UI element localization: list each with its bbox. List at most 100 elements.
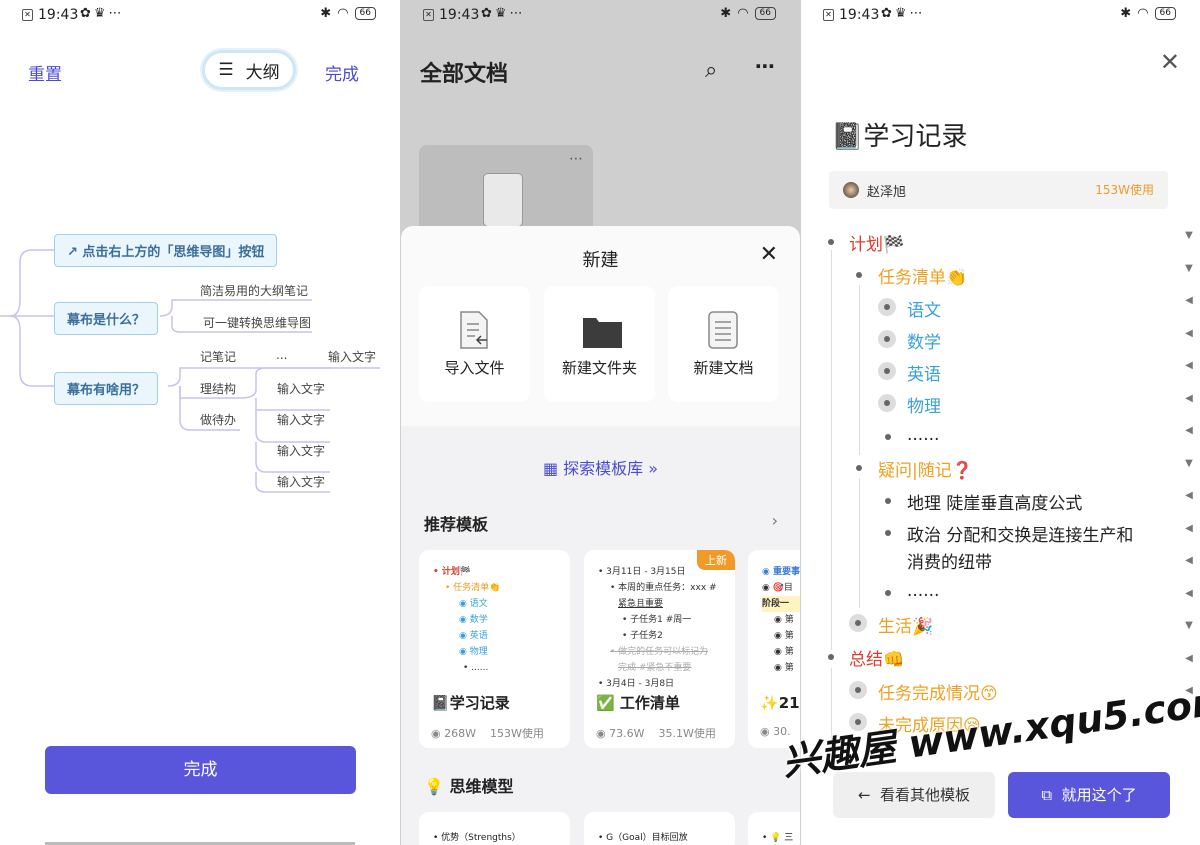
other-templates-button[interactable]: ← 看看其他模板 <box>833 772 995 818</box>
bullet[interactable] <box>828 239 834 245</box>
mindmap-leaf[interactable]: 可一键转换思维导图 <box>203 314 311 331</box>
outline-item[interactable]: 英语 <box>907 360 941 385</box>
outline-item[interactable]: 任务清单👏 <box>878 263 967 288</box>
collapsed-bullet[interactable] <box>849 681 867 699</box>
template-preview: • 计划🏁 • 任务清单👏 ◉ 语文 ◉ 数学 ◉ 英语 ◉ 物理 • ....… <box>433 567 501 673</box>
mindmap-leaf[interactable]: ... <box>276 348 287 362</box>
use-template-button[interactable]: ⧉ 就用这个了 <box>1008 772 1170 818</box>
preview-line: 重要事 <box>773 567 800 577</box>
chevron-right-icon[interactable]: › <box>772 511 778 530</box>
bullet[interactable] <box>828 654 834 660</box>
bullet[interactable] <box>856 272 862 278</box>
status-bar: ✕ 19:43 ✿♛⋯ ✱ ◠ 66 <box>401 0 800 30</box>
preview-line: 第 <box>784 615 794 625</box>
preview-line: 子任务2 <box>630 631 663 641</box>
more-icon[interactable]: ⋯ <box>755 54 776 78</box>
collapsed-bullet[interactable] <box>878 394 896 412</box>
outline-item[interactable]: ...... <box>907 425 939 445</box>
uses-count: 35.1W使用 <box>658 727 716 740</box>
bullet[interactable] <box>885 434 891 440</box>
collapsed-bullet[interactable] <box>878 330 896 348</box>
preview-line: 💡 三 <box>770 833 794 843</box>
sim-icon: ✕ <box>823 9 834 21</box>
sheet-title: 新建 <box>582 250 619 271</box>
battery-icon: 66 <box>1154 7 1176 20</box>
preview-line: 计划🏁 <box>441 567 472 577</box>
mindmap-node-use[interactable]: 幕布有啥用？ <box>54 372 159 405</box>
document-icon <box>708 311 738 349</box>
preview-line: G（Goal）目标回放 <box>606 833 688 843</box>
battery-icon: 66 <box>754 7 776 20</box>
template-card[interactable]: • 计划🏁 • 任务清单👏 ◉ 语文 ◉ 数学 ◉ 英语 ◉ 物理 • ....… <box>419 550 570 748</box>
new-document-button[interactable]: 新建文档 <box>668 286 779 402</box>
notification-icons: ✿♛⋯ <box>881 6 926 21</box>
outline-item[interactable]: 数学 <box>907 328 941 353</box>
close-icon[interactable]: ✕ <box>1160 48 1180 76</box>
preview-line: 阶段一 <box>762 599 790 609</box>
arrow-left-icon: ← <box>857 786 881 804</box>
mindmap-leaf[interactable]: 输入文字 <box>277 411 325 428</box>
preview-line: 第 <box>784 647 794 657</box>
collapse-arrows[interactable]: ▼ ▼ ◀ ◀ ◀ ◀ ◀ ▼ ◀ ◀ ◀ ◀ ▼ ◀ ◀ <box>1178 230 1200 718</box>
status-time: 19:43 <box>839 7 880 23</box>
preview-line: 紧急且重要 <box>618 599 664 609</box>
mindmap-node-hint[interactable]: ↗ 点击右上方的「思维导图」按钮 <box>54 234 278 267</box>
template-card[interactable]: ◉ 重要事 ◉ 🎯目 阶段一 ◉ 第 ◉ 第 ◉ 第 ◉ 第 ✨21天 ◉ 30… <box>748 550 800 748</box>
status-time: 19:43 <box>439 7 480 23</box>
bluetooth-icon: ✱ <box>1120 6 1132 21</box>
section-title: 💡 思维模型 <box>424 777 514 796</box>
more-icon[interactable]: ⋯ <box>569 151 583 167</box>
outline-item[interactable]: 政治 分配和交换是连接生产和 <box>907 521 1133 546</box>
outline-item[interactable]: 疑问|随记❓ <box>878 456 973 481</box>
new-folder-button[interactable]: 新建文件夹 <box>544 286 655 402</box>
collapsed-bullet[interactable] <box>849 614 867 632</box>
section-title-text: 思维模型 <box>449 777 514 796</box>
bullet[interactable] <box>885 498 891 504</box>
outline-item[interactable]: 消费的纽带 <box>907 548 992 573</box>
mindmap-leaf[interactable]: 输入文字 <box>277 380 325 397</box>
outline-item[interactable]: 生活🎉 <box>878 612 933 637</box>
mindmap-leaf[interactable]: 输入文字 <box>277 442 325 459</box>
import-file-button[interactable]: 导入文件 <box>419 286 530 402</box>
outline-item[interactable]: 地理 陡崖垂直高度公式 <box>907 489 1082 514</box>
new-sheet: 新建 ✕ 导入文件 新建文件夹 新建文档 <box>401 226 800 426</box>
template-card[interactable]: • 优势（Strengths） <box>419 812 570 845</box>
explore-templates-link[interactable]: ▦ 探索模板库 » <box>401 455 800 479</box>
template-card[interactable]: • 💡 三 <box>748 812 800 845</box>
outline-item[interactable]: 物理 <box>907 392 941 417</box>
mindmap-leaf[interactable]: 输入文字 <box>328 348 376 365</box>
collapsed-bullet[interactable] <box>878 298 896 316</box>
explore-label: 探索模板库 » <box>563 459 659 478</box>
outline-item[interactable]: 总结👊 <box>849 645 904 670</box>
mindmap-leaf[interactable]: 做待办 <box>200 411 236 428</box>
mindmap-panel: ✕ 19:43 ✿♛⋯ ✱ ◠ 66 重置 ☰ 大纲 完成 ↗ 点击右上方的「思… <box>0 0 400 845</box>
close-icon[interactable]: ✕ <box>760 242 778 267</box>
folder-icon <box>583 318 622 348</box>
mindmap-leaf[interactable]: 简洁易用的大纲笔记 <box>200 282 308 299</box>
finish-button[interactable]: 完成 <box>45 746 356 794</box>
bullet[interactable] <box>856 465 862 471</box>
template-card[interactable]: • G（Goal）目标回放 <box>584 812 735 845</box>
template-name: ✨21天 <box>760 692 800 713</box>
notification-icons: ✿♛⋯ <box>481 6 526 21</box>
outline-item[interactable]: 任务完成情况😙 <box>878 679 998 704</box>
template-preview: ◉ 重要事 ◉ 🎯目 阶段一 ◉ 第 ◉ 第 ◉ 第 ◉ 第 <box>748 550 800 684</box>
mindmap-node-what[interactable]: 幕布是什么？ <box>54 302 159 335</box>
outline-item[interactable]: 计划🏁 <box>849 230 904 255</box>
mindmap-leaf[interactable]: 输入文字 <box>277 473 325 490</box>
outline-item[interactable]: 语文 <box>907 296 941 321</box>
outline-item[interactable]: ...... <box>907 581 939 601</box>
template-name-text: 21天 <box>778 694 800 712</box>
mindmap-leaf[interactable]: 理结构 <box>200 380 236 397</box>
preview-line: 3月11日 - 3月15日 <box>606 567 686 577</box>
avatar <box>843 182 859 198</box>
preview-line: 第 <box>784 631 794 641</box>
page-title-text: 学习记录 <box>863 122 968 152</box>
status-icons: ✱ ◠ 66 <box>720 6 776 21</box>
template-card[interactable]: 上新 • 3月11日 - 3月15日 • 本周的重点任务：xxx # 紧急且重要… <box>584 550 735 748</box>
search-icon[interactable]: ⌕ <box>705 58 717 83</box>
mindmap-leaf[interactable]: 记笔记 <box>200 348 236 365</box>
collapsed-bullet[interactable] <box>878 362 896 380</box>
bullet[interactable] <box>885 530 891 536</box>
bullet[interactable] <box>885 590 891 596</box>
